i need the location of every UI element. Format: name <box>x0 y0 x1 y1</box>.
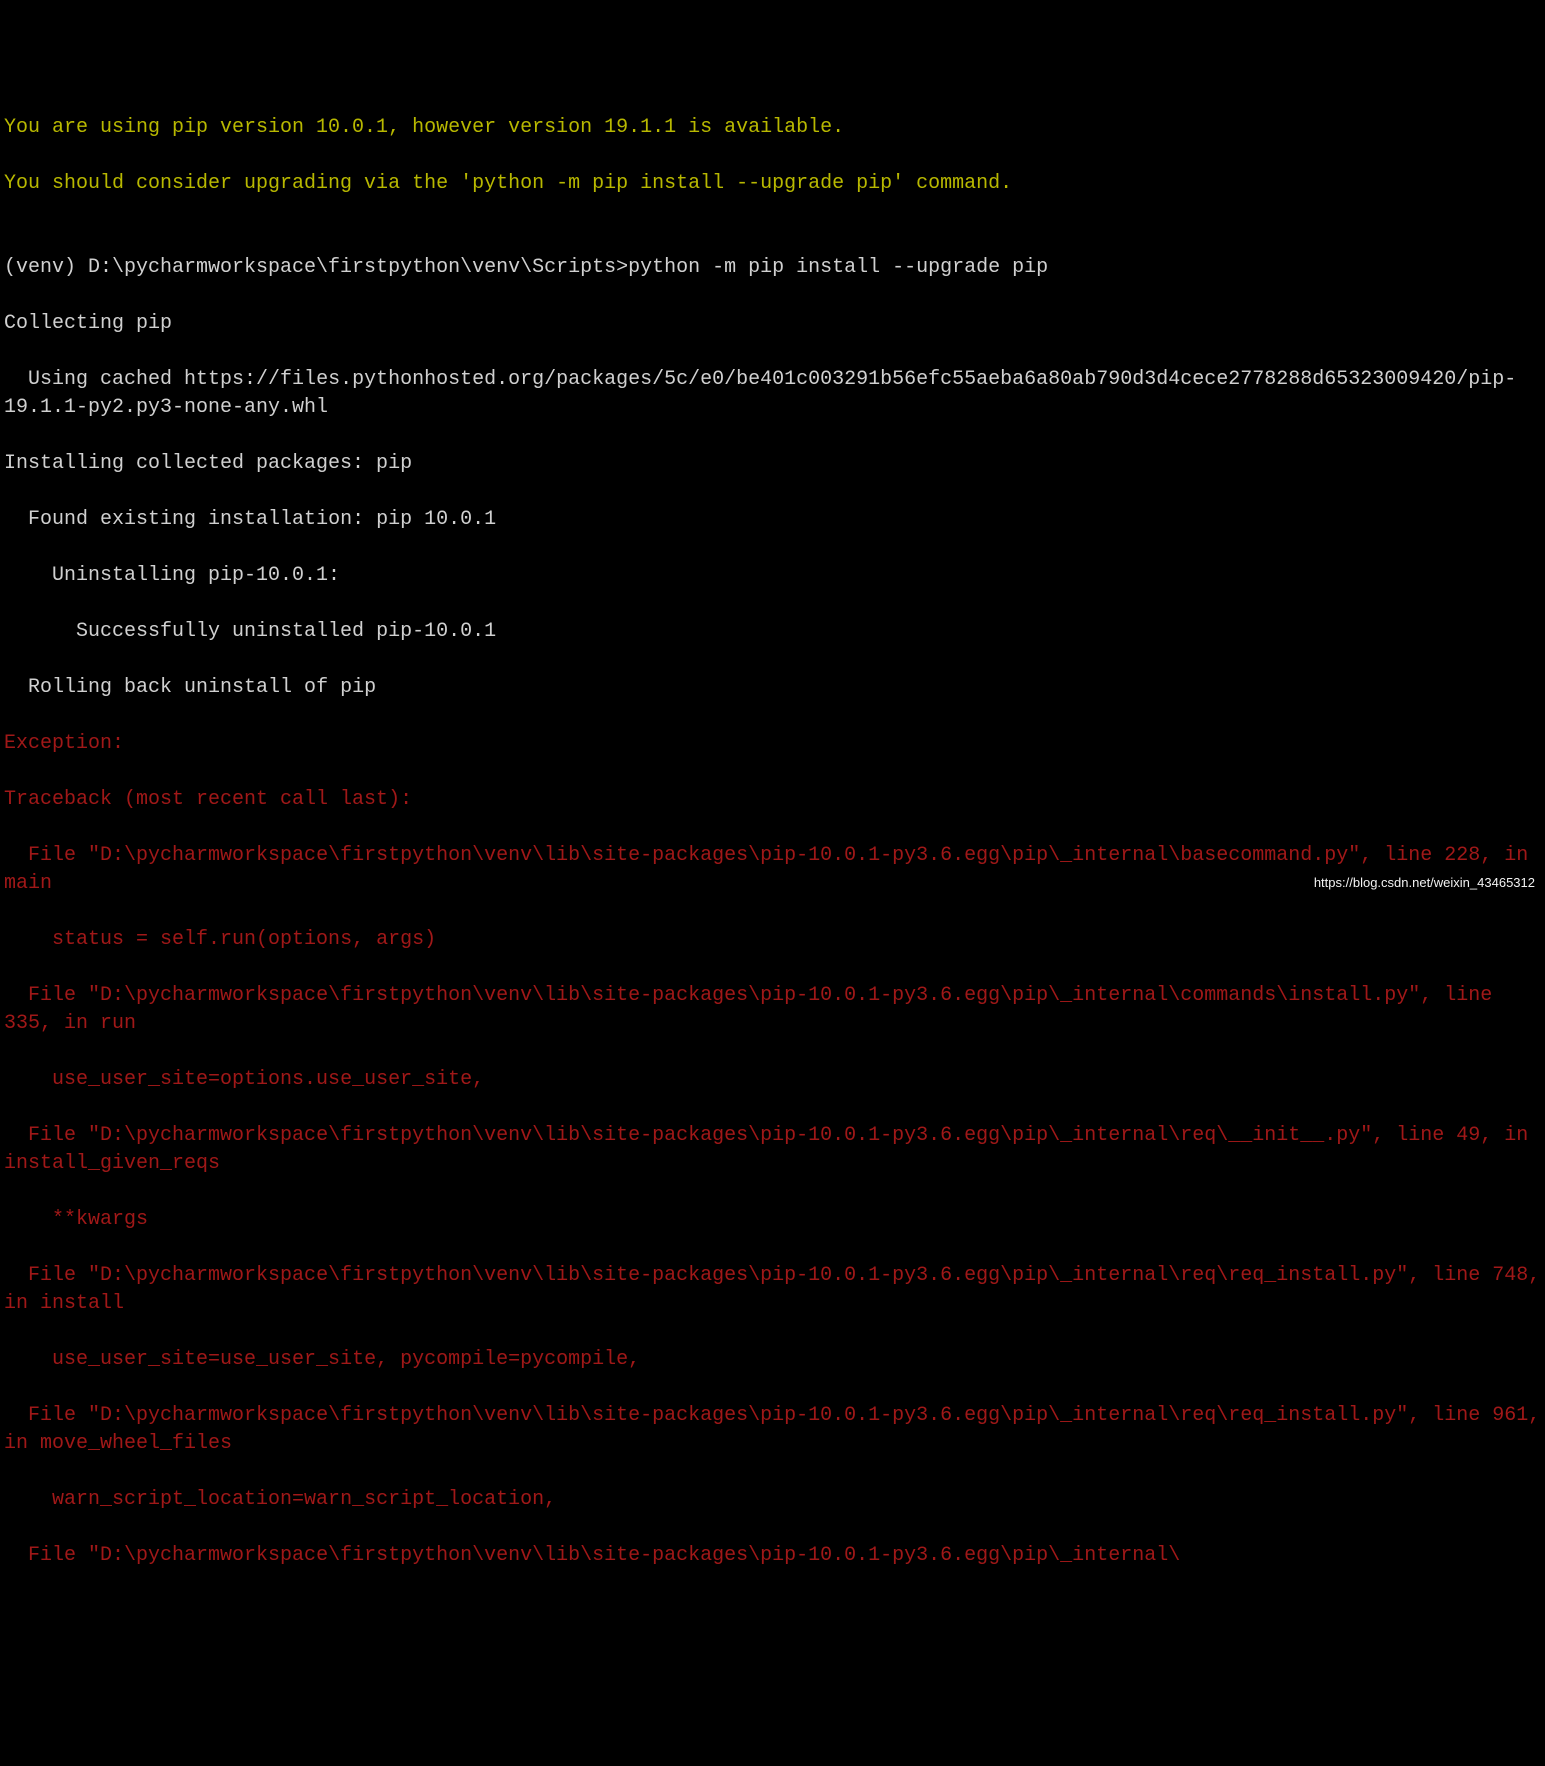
output-success-uninstall: Successfully uninstalled pip-10.0.1 <box>4 618 1541 646</box>
pip-version-warning-line2: You should consider upgrading via the 'p… <box>4 170 1541 198</box>
command-prompt-line[interactable]: (venv) D:\pycharmworkspace\firstpython\v… <box>4 254 1541 282</box>
output-uninstalling: Uninstalling pip-10.0.1: <box>4 562 1541 590</box>
watermark-text: https://blog.csdn.net/weixin_43465312 <box>1314 874 1535 892</box>
error-traceback-file2-code: use_user_site=options.use_user_site, <box>4 1066 1541 1094</box>
output-rolling-back: Rolling back uninstall of pip <box>4 674 1541 702</box>
output-found-existing: Found existing installation: pip 10.0.1 <box>4 506 1541 534</box>
error-traceback-file5: File "D:\pycharmworkspace\firstpython\ve… <box>4 1402 1541 1458</box>
error-traceback-file5-code: warn_script_location=warn_script_locatio… <box>4 1486 1541 1514</box>
error-traceback-file4-code: use_user_site=use_user_site, pycompile=p… <box>4 1346 1541 1374</box>
error-traceback-file3: File "D:\pycharmworkspace\firstpython\ve… <box>4 1122 1541 1178</box>
error-traceback-file6: File "D:\pycharmworkspace\firstpython\ve… <box>4 1542 1541 1570</box>
error-traceback-file3-code: **kwargs <box>4 1206 1541 1234</box>
output-collecting: Collecting pip <box>4 310 1541 338</box>
pip-version-warning-line1: You are using pip version 10.0.1, howeve… <box>4 114 1541 142</box>
error-traceback-file4: File "D:\pycharmworkspace\firstpython\ve… <box>4 1262 1541 1318</box>
error-traceback-file1-code: status = self.run(options, args) <box>4 926 1541 954</box>
error-traceback-header: Traceback (most recent call last): <box>4 786 1541 814</box>
output-cached-url: Using cached https://files.pythonhosted.… <box>4 366 1541 422</box>
error-exception: Exception: <box>4 730 1541 758</box>
error-traceback-file1: File "D:\pycharmworkspace\firstpython\ve… <box>4 842 1541 898</box>
output-installing: Installing collected packages: pip <box>4 450 1541 478</box>
error-traceback-file2: File "D:\pycharmworkspace\firstpython\ve… <box>4 982 1541 1038</box>
